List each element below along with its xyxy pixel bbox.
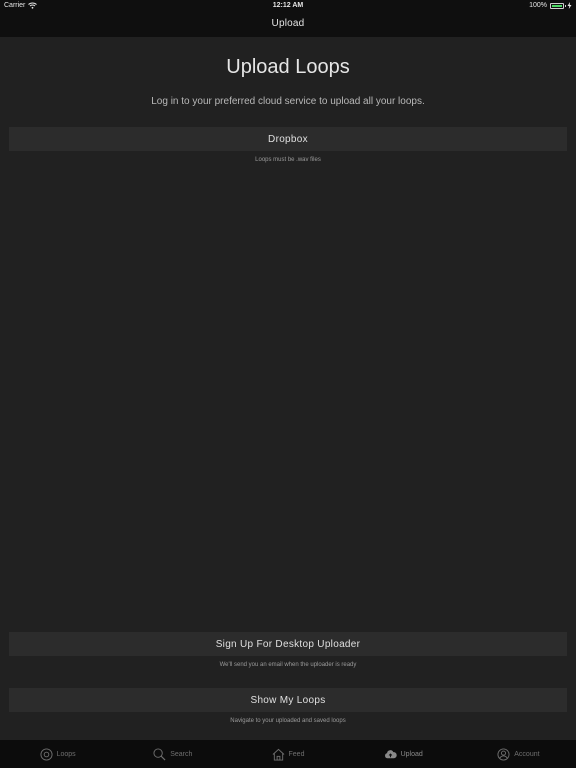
status-bar: Carrier 12:12 AM 100% bbox=[0, 0, 576, 12]
tab-loops-label: Loops bbox=[56, 750, 76, 758]
tab-account-label: Account bbox=[514, 750, 540, 758]
tab-bar: Loops Search Feed Upload Account bbox=[0, 740, 576, 768]
dropbox-button[interactable]: Dropbox bbox=[9, 127, 567, 151]
page-title: Upload Loops bbox=[226, 56, 350, 78]
show-my-loops-note: Navigate to your uploaded and saved loop… bbox=[230, 718, 346, 724]
nav-title: Upload bbox=[271, 18, 305, 29]
tab-loops[interactable]: Loops bbox=[0, 740, 115, 768]
cloud-upload-icon bbox=[384, 749, 397, 758]
battery-percent: 100% bbox=[529, 2, 547, 9]
tab-account[interactable]: Account bbox=[461, 740, 576, 768]
charging-icon bbox=[567, 2, 572, 9]
tab-feed[interactable]: Feed bbox=[230, 740, 345, 768]
account-icon bbox=[497, 747, 510, 761]
desktop-uploader-signup-button[interactable]: Sign Up For Desktop Uploader bbox=[9, 632, 567, 656]
tab-upload[interactable]: Upload bbox=[346, 740, 461, 768]
dropbox-note: Loops must be .wav files bbox=[255, 157, 321, 163]
search-icon bbox=[153, 747, 166, 760]
tab-search[interactable]: Search bbox=[115, 740, 230, 768]
nav-bar: Upload bbox=[0, 12, 576, 37]
tab-search-label: Search bbox=[170, 750, 193, 758]
status-time: 12:12 AM bbox=[272, 2, 304, 9]
tab-feed-label: Feed bbox=[288, 750, 305, 758]
home-icon bbox=[272, 748, 284, 761]
page-subtitle: Log in to your preferred cloud service t… bbox=[151, 96, 425, 107]
battery-icon bbox=[550, 2, 566, 9]
status-right: 100% bbox=[529, 2, 572, 9]
desktop-uploader-note: We'll send you an email when the uploade… bbox=[219, 662, 357, 668]
loops-icon bbox=[40, 747, 53, 761]
tab-upload-label: Upload bbox=[400, 750, 423, 758]
show-my-loops-button[interactable]: Show My Loops bbox=[9, 688, 567, 712]
